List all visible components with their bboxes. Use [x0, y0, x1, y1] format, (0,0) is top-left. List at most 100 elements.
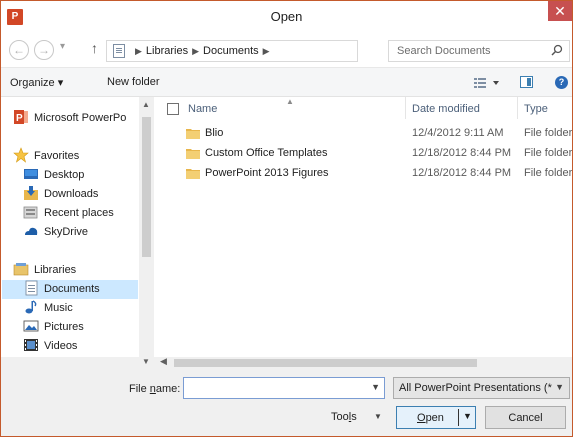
breadcrumb-documents[interactable]: Documents — [203, 45, 259, 57]
table-row[interactable]: Blio 12/4/2012 9:11 AM File folder — [154, 124, 572, 143]
column-header-date-modified[interactable]: Date modified — [412, 103, 480, 115]
breadcrumb-libraries[interactable]: Libraries — [146, 45, 188, 57]
folder-icon — [186, 129, 200, 139]
chevron-down-icon[interactable]: ▼ — [555, 382, 564, 392]
sidebar-item-label: Documents — [44, 283, 100, 295]
open-dialog: P Open ✕ ← → ▾ ↑ ▶ Libraries ▶ Documents ▶ ▼… — [0, 0, 573, 437]
forward-button[interactable]: → — [34, 40, 54, 60]
navigation-pane-footer — [1, 357, 154, 369]
file-name: Blio — [205, 127, 224, 139]
sidebar-item-label: Desktop — [44, 169, 85, 181]
tools-button[interactable]: Tools — [331, 411, 357, 423]
navigation-pane: P Microsoft PowerPo Favorites Desktop Do… — [1, 97, 154, 369]
back-button[interactable]: ← — [9, 40, 29, 60]
sidebar-item-music[interactable]: Music — [23, 299, 73, 317]
file-type: File folder — [524, 167, 572, 179]
scroll-left-icon[interactable]: ◀ — [160, 356, 167, 367]
svg-text:P: P — [16, 113, 23, 124]
sidebar-item-label: Microsoft PowerPo — [34, 112, 127, 124]
breadcrumb-separator-icon[interactable]: ▶ — [192, 46, 199, 56]
sidebar-item-skydrive[interactable]: SkyDrive — [23, 223, 88, 241]
table-row[interactable]: Custom Office Templates 12/18/2012 8:44 … — [154, 144, 572, 163]
help-icon[interactable]: ? — [555, 76, 568, 89]
scroll-down-icon[interactable]: ▼ — [142, 357, 150, 366]
title-bar: P Open ✕ — [1, 1, 572, 35]
pictures-icon — [23, 320, 39, 332]
file-type-select[interactable]: All PowerPoint Presentations (* ▼ — [393, 377, 570, 399]
open-button-label: Open — [417, 412, 444, 424]
sidebar-item-label: Libraries — [34, 264, 77, 276]
up-one-level-button[interactable]: ↑ — [91, 40, 98, 56]
sidebar-item-label: Favorites — [34, 150, 80, 162]
file-name-field[interactable]: ▼ — [183, 377, 385, 399]
sidebar-item-microsoft-powerpoint[interactable]: P Microsoft PowerPo — [13, 109, 126, 127]
sidebar-item-libraries[interactable]: Libraries — [13, 261, 76, 279]
desktop-icon — [24, 169, 38, 180]
table-row[interactable]: PowerPoint 2013 Figures 12/18/2012 8:44 … — [154, 164, 572, 183]
file-type: File folder — [524, 127, 572, 139]
folder-icon — [186, 149, 200, 159]
sidebar-item-label: Downloads — [44, 188, 99, 200]
sidebar-item-favorites[interactable]: Favorites — [13, 147, 79, 165]
column-header-name[interactable]: Name — [188, 103, 217, 115]
documents-library-icon — [113, 44, 125, 58]
organize-button[interactable]: Organize ▾ — [10, 76, 63, 89]
file-date: 12/4/2012 9:11 AM — [412, 127, 504, 139]
sidebar-item-videos[interactable]: Videos — [23, 337, 77, 355]
skydrive-icon — [25, 227, 38, 236]
navigation-bar: ← → ▾ ↑ ▶Libraries▶Documents▶ ▼ ↻ Search… — [1, 35, 572, 67]
sidebar-item-desktop[interactable]: Desktop — [23, 166, 84, 184]
search-box[interactable]: Search Documents — [388, 40, 570, 62]
recent-locations-dropdown[interactable]: ▾ — [60, 41, 65, 52]
preview-pane-icon[interactable] — [520, 76, 533, 88]
videos-icon — [24, 339, 38, 352]
libraries-icon — [13, 263, 29, 276]
sidebar-item-label: Videos — [44, 340, 78, 352]
file-type-value: All PowerPoint Presentations (* — [399, 382, 552, 394]
file-type: File folder — [524, 147, 572, 159]
scrollbar-thumb[interactable] — [142, 117, 151, 257]
new-folder-button[interactable]: New folder — [107, 76, 160, 88]
powerpoint-icon: P — [14, 110, 28, 125]
folder-icon — [186, 169, 200, 179]
sidebar-item-label: Recent places — [44, 207, 114, 219]
sidebar-item-pictures[interactable]: Pictures — [23, 318, 84, 336]
breadcrumb: ▶ Libraries ▶ Documents ▶ — [131, 45, 274, 57]
change-view-icon[interactable] — [473, 75, 501, 91]
column-divider[interactable] — [517, 97, 518, 119]
open-options-dropdown-icon[interactable]: ▼ — [463, 411, 472, 421]
tools-dropdown-icon[interactable]: ▼ — [374, 412, 382, 421]
sidebar-item-recent-places[interactable]: Recent places — [23, 204, 114, 222]
documents-icon — [25, 280, 38, 296]
open-button[interactable]: Open ▼ — [396, 406, 476, 429]
cancel-button[interactable]: Cancel — [485, 406, 566, 429]
horizontal-scrollbar[interactable]: ◀ — [154, 356, 572, 369]
column-header-type[interactable]: Type — [524, 103, 548, 115]
sidebar-item-downloads[interactable]: Downloads — [23, 185, 98, 203]
file-name-label: File name: — [129, 383, 181, 395]
split-divider — [458, 409, 459, 426]
scroll-up-icon[interactable]: ▲ — [142, 100, 150, 109]
file-date: 12/18/2012 8:44 PM — [412, 147, 512, 159]
close-button[interactable]: ✕ — [548, 1, 572, 21]
address-bar[interactable]: ▶Libraries▶Documents▶ ▼ ↻ — [106, 40, 454, 62]
breadcrumb-separator-icon[interactable]: ▶ — [263, 46, 270, 56]
select-all-checkbox[interactable] — [167, 103, 179, 115]
window-title: Open — [270, 9, 303, 24]
sidebar-item-documents[interactable]: Documents — [23, 280, 100, 298]
dialog-footer: File name: ▼ All PowerPoint Presentation… — [1, 369, 572, 436]
recent-places-icon — [23, 206, 38, 219]
downloads-icon — [24, 186, 38, 201]
search-icon[interactable] — [551, 44, 563, 56]
horizontal-scrollbar-thumb[interactable] — [174, 359, 477, 367]
search-input[interactable]: Search Documents — [397, 45, 491, 57]
file-date: 12/18/2012 8:44 PM — [412, 167, 512, 179]
file-list: ▲ Name Date modified Type Blio 12/4/2012… — [154, 97, 572, 357]
sidebar-item-label: Music — [44, 302, 73, 314]
music-icon — [25, 300, 37, 314]
breadcrumb-separator-icon[interactable]: ▶ — [135, 46, 142, 56]
column-divider[interactable] — [405, 97, 406, 119]
command-bar: Organize ▾ New folder ? — [1, 67, 572, 97]
chevron-down-icon[interactable]: ▼ — [371, 382, 380, 392]
sort-ascending-icon: ▲ — [286, 97, 294, 106]
